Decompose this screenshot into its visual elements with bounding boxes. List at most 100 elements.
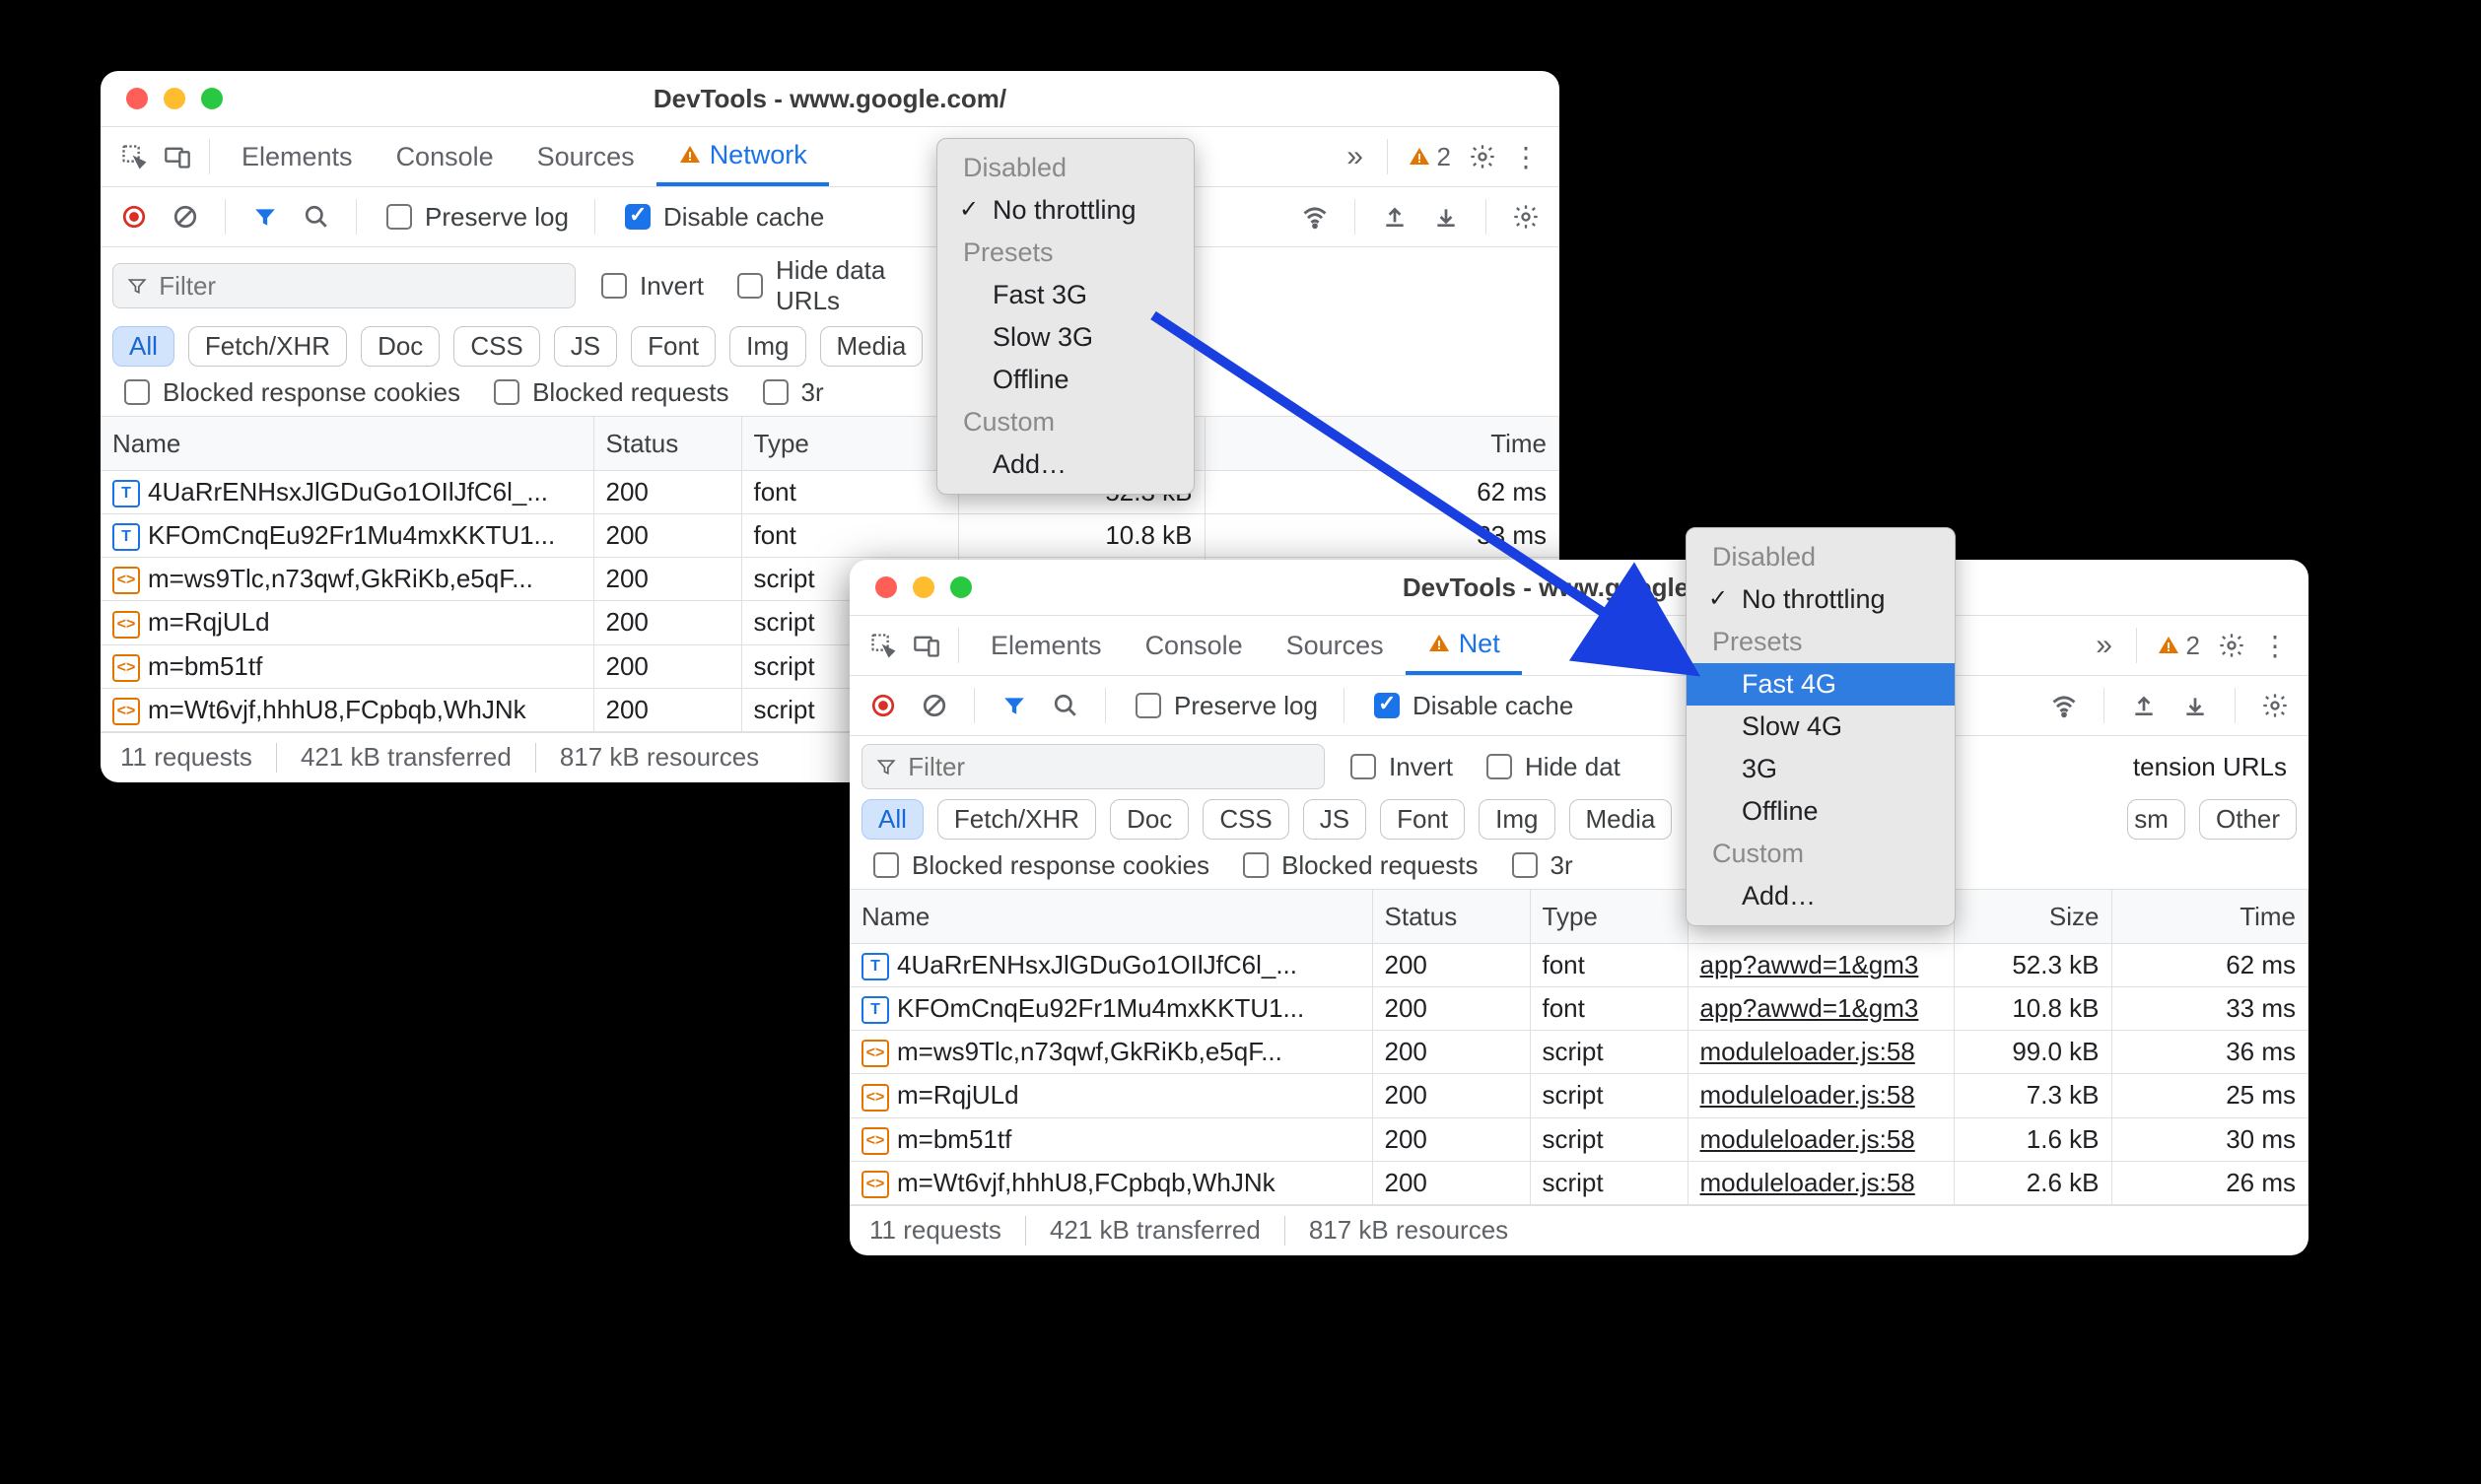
filter-funnel-icon[interactable] [243, 195, 287, 238]
record-icon[interactable] [861, 684, 905, 727]
download-icon[interactable] [2173, 684, 2217, 727]
col-status[interactable]: Status [1372, 890, 1530, 944]
search-icon[interactable] [1044, 684, 1087, 727]
menu-item-3g[interactable]: 3G [1687, 748, 1955, 790]
filter-pill-fetch[interactable]: Fetch/XHR [937, 799, 1096, 840]
kebab-menu-icon[interactable]: ⋮ [2253, 624, 2297, 667]
menu-item-offline[interactable]: Offline [937, 359, 1194, 401]
col-time[interactable]: Time [2111, 890, 2309, 944]
table-row[interactable]: TKFOmCnqEu92Fr1Mu4mxKKTU1...200font10.8 … [101, 514, 1559, 558]
more-tabs-icon[interactable]: » [1334, 135, 1377, 178]
filter-funnel-icon[interactable] [993, 684, 1036, 727]
menu-item-slow-4g[interactable]: Slow 4G [1687, 706, 1955, 748]
filter-pill-font[interactable]: Font [1380, 799, 1465, 840]
filter-pill-doc[interactable]: Doc [1110, 799, 1189, 840]
inspect-element-icon[interactable] [861, 624, 905, 667]
table-row[interactable]: <>m=ws9Tlc,n73qwf,GkRiKb,e5qF...200scrip… [850, 1031, 2309, 1074]
filter-input[interactable] [861, 744, 1325, 789]
initiator-link[interactable]: moduleloader.js:58 [1700, 1168, 1915, 1197]
filter-pill-img[interactable]: Img [1479, 799, 1554, 840]
filter-pill-js[interactable]: JS [1303, 799, 1366, 840]
hide-data-urls-checkbox[interactable]: Hide data URLs [725, 255, 912, 316]
window-close-button[interactable] [126, 88, 148, 109]
col-size[interactable]: Size [1954, 890, 2111, 944]
invert-checkbox[interactable]: Invert [589, 270, 712, 302]
more-tabs-icon[interactable]: » [2083, 624, 2126, 667]
initiator-link[interactable]: app?awwd=1&gm3 [1700, 950, 1919, 979]
window-close-button[interactable] [875, 576, 897, 598]
initiator-link[interactable]: app?awwd=1&gm3 [1700, 993, 1919, 1023]
kebab-menu-icon[interactable]: ⋮ [1504, 135, 1548, 178]
menu-item-no-throttling[interactable]: No throttling [937, 189, 1194, 232]
col-time[interactable]: Time [1205, 417, 1559, 471]
filter-pill-other[interactable]: Other [2199, 799, 2297, 840]
tab-sources[interactable]: Sources [516, 127, 656, 186]
filter-pill-all[interactable]: All [861, 799, 924, 840]
table-row[interactable]: <>m=Wt6vjf,hhhU8,FCpbqb,WhJNk200scriptmo… [850, 1161, 2309, 1204]
table-row[interactable]: T4UaRrENHsxJlGDuGo1OIlJfC6l_...200fontap… [850, 944, 2309, 987]
col-type[interactable]: Type [1530, 890, 1688, 944]
col-type[interactable]: Type [741, 417, 958, 471]
third-party-checkbox[interactable]: 3r [751, 376, 832, 408]
menu-item-no-throttling[interactable]: No throttling [1687, 578, 1955, 621]
tab-network[interactable]: Network [656, 127, 829, 186]
blocked-requests-checkbox[interactable]: Blocked requests [1231, 849, 1485, 881]
window-maximize-button[interactable] [950, 576, 972, 598]
table-row[interactable]: <>m=RqjULd200scriptmoduleloader.js:587.3… [850, 1074, 2309, 1117]
preserve-log-checkbox[interactable]: Preserve log [375, 201, 577, 233]
preserve-log-checkbox[interactable]: Preserve log [1124, 690, 1326, 721]
initiator-link[interactable]: moduleloader.js:58 [1700, 1037, 1915, 1066]
device-toolbar-icon[interactable] [156, 135, 199, 178]
filter-pill-font[interactable]: Font [631, 326, 716, 367]
filter-pill-img[interactable]: Img [729, 326, 805, 367]
inspect-element-icon[interactable] [112, 135, 156, 178]
initiator-link[interactable]: moduleloader.js:58 [1700, 1124, 1915, 1154]
third-party-checkbox[interactable]: 3r [1500, 849, 1581, 881]
menu-item-offline[interactable]: Offline [1687, 790, 1955, 833]
table-row[interactable]: T4UaRrENHsxJlGDuGo1OIlJfC6l_...200font52… [101, 471, 1559, 514]
wifi-icon[interactable] [1293, 195, 1337, 238]
network-settings-icon[interactable] [2253, 684, 2297, 727]
tab-console[interactable]: Console [375, 127, 516, 186]
col-status[interactable]: Status [593, 417, 741, 471]
filter-input[interactable] [112, 263, 576, 308]
menu-item-fast-3g[interactable]: Fast 3G [937, 274, 1194, 316]
invert-checkbox[interactable]: Invert [1339, 751, 1461, 782]
issues-badge[interactable]: 2 [1398, 142, 1461, 172]
wifi-icon[interactable] [2042, 684, 2086, 727]
blocked-cookies-checkbox[interactable]: Blocked response cookies [112, 376, 468, 408]
record-icon[interactable] [112, 195, 156, 238]
window-maximize-button[interactable] [201, 88, 223, 109]
filter-pill-media[interactable]: Media [820, 326, 924, 367]
blocked-requests-checkbox[interactable]: Blocked requests [482, 376, 736, 408]
hide-data-urls-checkbox[interactable]: Hide dat [1475, 751, 1628, 782]
filter-pill-all[interactable]: All [112, 326, 174, 367]
filter-pill-js[interactable]: JS [554, 326, 617, 367]
settings-icon[interactable] [1461, 135, 1504, 178]
clear-icon[interactable] [913, 684, 956, 727]
blocked-cookies-checkbox[interactable]: Blocked response cookies [861, 849, 1217, 881]
tab-elements[interactable]: Elements [220, 127, 375, 186]
table-row[interactable]: <>m=bm51tf200scriptmoduleloader.js:581.6… [850, 1117, 2309, 1161]
device-toolbar-icon[interactable] [905, 624, 948, 667]
menu-item-slow-3g[interactable]: Slow 3G [937, 316, 1194, 359]
tab-console[interactable]: Console [1124, 616, 1265, 675]
col-name[interactable]: Name [850, 890, 1372, 944]
window-minimize-button[interactable] [913, 576, 934, 598]
disable-cache-checkbox[interactable]: Disable cache [613, 201, 832, 233]
col-name[interactable]: Name [101, 417, 593, 471]
table-row[interactable]: TKFOmCnqEu92Fr1Mu4mxKKTU1...200fontapp?a… [850, 987, 2309, 1031]
menu-item-add[interactable]: Add… [1687, 875, 1955, 917]
filter-pill-wasm[interactable]: sm [2127, 799, 2185, 840]
tab-network[interactable]: Net [1406, 616, 1522, 675]
disable-cache-checkbox[interactable]: Disable cache [1362, 690, 1581, 721]
menu-item-add[interactable]: Add… [937, 443, 1194, 486]
filter-pill-css[interactable]: CSS [1203, 799, 1288, 840]
download-icon[interactable] [1424, 195, 1468, 238]
clear-icon[interactable] [164, 195, 207, 238]
window-minimize-button[interactable] [164, 88, 185, 109]
issues-badge[interactable]: 2 [2147, 631, 2210, 661]
upload-icon[interactable] [1373, 195, 1416, 238]
upload-icon[interactable] [2122, 684, 2166, 727]
search-icon[interactable] [295, 195, 338, 238]
